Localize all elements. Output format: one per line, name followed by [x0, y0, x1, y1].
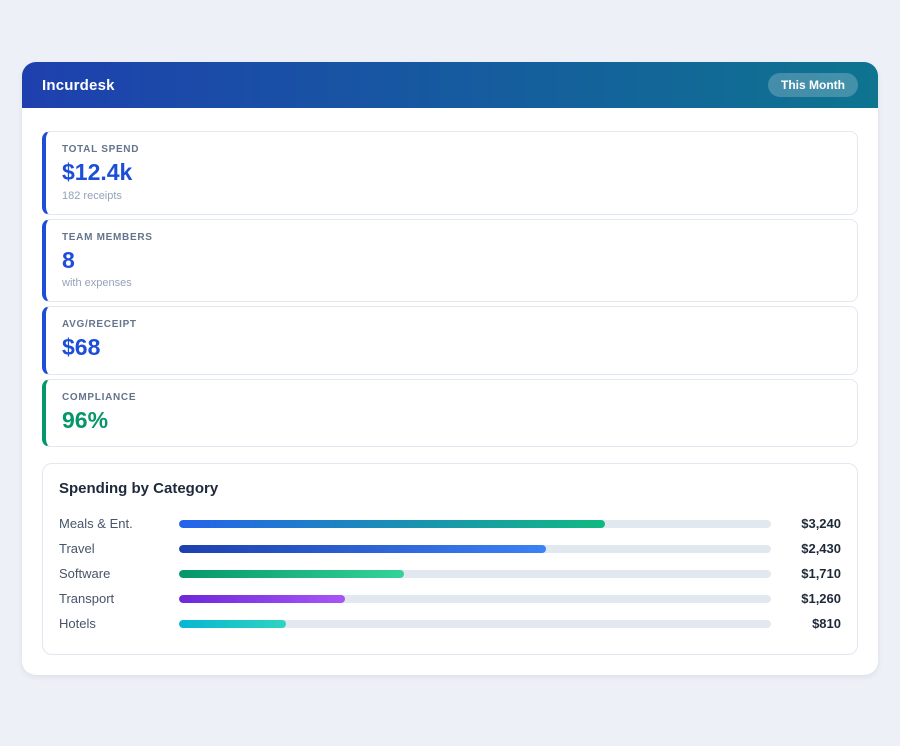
stat-sub: with expenses: [62, 277, 841, 289]
bar-fill: [179, 620, 286, 628]
dashboard-content: TOTAL SPEND $12.4k 182 receipts TEAM MEM…: [22, 108, 878, 675]
stat-value: 96%: [62, 407, 841, 435]
stat-label: AVG/RECEIPT: [62, 319, 841, 330]
bar-track: [179, 620, 771, 628]
stat-value: $68: [62, 334, 841, 362]
spending-by-category-panel: Spending by Category Meals & Ent. $3,240…: [42, 463, 858, 655]
bar-fill: [179, 545, 546, 553]
category-value: $1,260: [771, 591, 841, 606]
stat-label: TEAM MEMBERS: [62, 232, 841, 243]
bar-track: [179, 570, 771, 578]
category-row: Software $1,710: [59, 561, 841, 586]
category-value: $2,430: [771, 541, 841, 556]
app-title: Incurdesk: [42, 77, 115, 94]
stat-card-total-spend: TOTAL SPEND $12.4k 182 receipts: [42, 131, 858, 215]
category-label: Hotels: [59, 616, 179, 631]
bar-fill: [179, 570, 404, 578]
category-row: Meals & Ent. $3,240: [59, 511, 841, 536]
stat-value: 8: [62, 247, 841, 275]
category-row: Transport $1,260: [59, 586, 841, 611]
stat-label: COMPLIANCE: [62, 392, 841, 403]
category-value: $810: [771, 616, 841, 631]
stat-card-team-members: TEAM MEMBERS 8 with expenses: [42, 219, 858, 303]
bar-fill: [179, 520, 605, 528]
bar-fill: [179, 595, 345, 603]
app-header: Incurdesk This Month: [22, 62, 878, 108]
stat-label: TOTAL SPEND: [62, 144, 841, 155]
stat-value: $12.4k: [62, 159, 841, 187]
category-label: Meals & Ent.: [59, 516, 179, 531]
category-label: Transport: [59, 591, 179, 606]
category-label: Software: [59, 566, 179, 581]
category-label: Travel: [59, 541, 179, 556]
dashboard-card: Incurdesk This Month TOTAL SPEND $12.4k …: [22, 62, 878, 675]
category-value: $3,240: [771, 516, 841, 531]
panel-title: Spending by Category: [59, 480, 841, 497]
stat-card-compliance: COMPLIANCE 96%: [42, 379, 858, 448]
bar-track: [179, 595, 771, 603]
category-row: Travel $2,430: [59, 536, 841, 561]
category-row: Hotels $810: [59, 611, 841, 636]
stat-sub: 182 receipts: [62, 190, 841, 202]
bar-track: [179, 520, 771, 528]
bar-track: [179, 545, 771, 553]
period-badge[interactable]: This Month: [768, 73, 858, 97]
category-value: $1,710: [771, 566, 841, 581]
stat-card-avg-receipt: AVG/RECEIPT $68: [42, 306, 858, 375]
